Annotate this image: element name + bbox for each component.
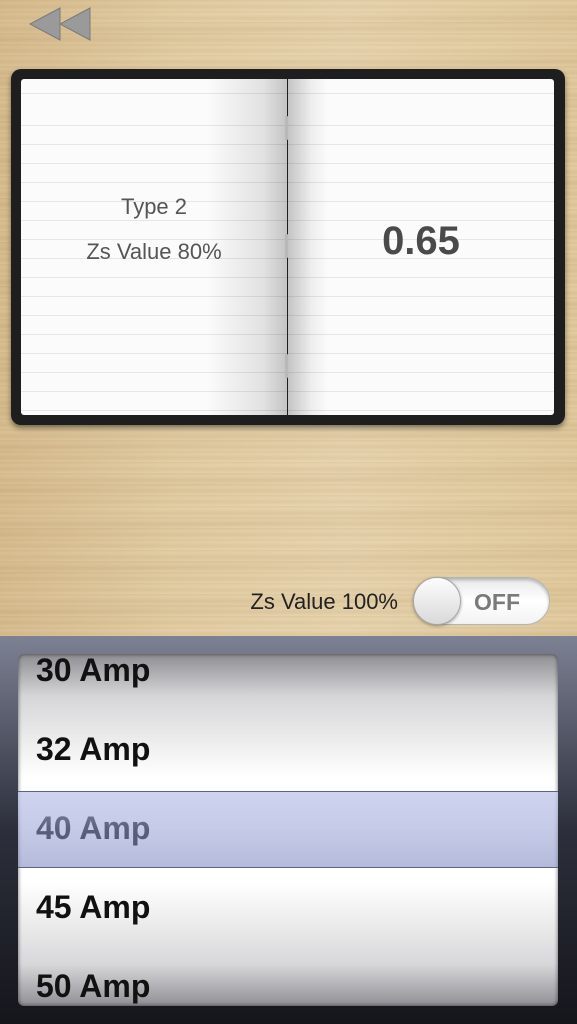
picker-item[interactable]: 50 Amp (36, 968, 150, 1005)
picker-item[interactable]: 32 Amp (36, 731, 150, 768)
binding-ring (285, 354, 288, 378)
toggle-knob[interactable] (413, 577, 461, 625)
toggle-state-text: OFF (474, 589, 520, 615)
zs-100-toggle[interactable]: OFF (413, 577, 550, 625)
zs-100-toggle-label: Zs Value 100% (250, 589, 398, 614)
notebook-panel: Type 2 Zs Value 80% 0.65 (11, 69, 565, 425)
rewind-double-chevron-icon (28, 7, 91, 41)
result-value: 0.65 (382, 219, 460, 263)
right-page: 0.65 (288, 79, 554, 415)
binding-ring (285, 116, 288, 140)
binding-ring (285, 234, 288, 258)
left-page: Type 2 Zs Value 80% (21, 79, 287, 415)
zs-value-label: Zs Value 80% (86, 239, 222, 264)
back-button[interactable] (26, 6, 94, 42)
amp-picker-wheel[interactable]: 30 Amp 32 Amp 40 Amp 45 Amp 50 Amp (18, 654, 558, 1006)
picker-item[interactable]: 45 Amp (36, 889, 150, 926)
picker-item[interactable]: 40 Amp (36, 810, 150, 847)
picker-item[interactable]: 30 Amp (36, 654, 150, 689)
cable-type-label: Type 2 (120, 194, 188, 219)
